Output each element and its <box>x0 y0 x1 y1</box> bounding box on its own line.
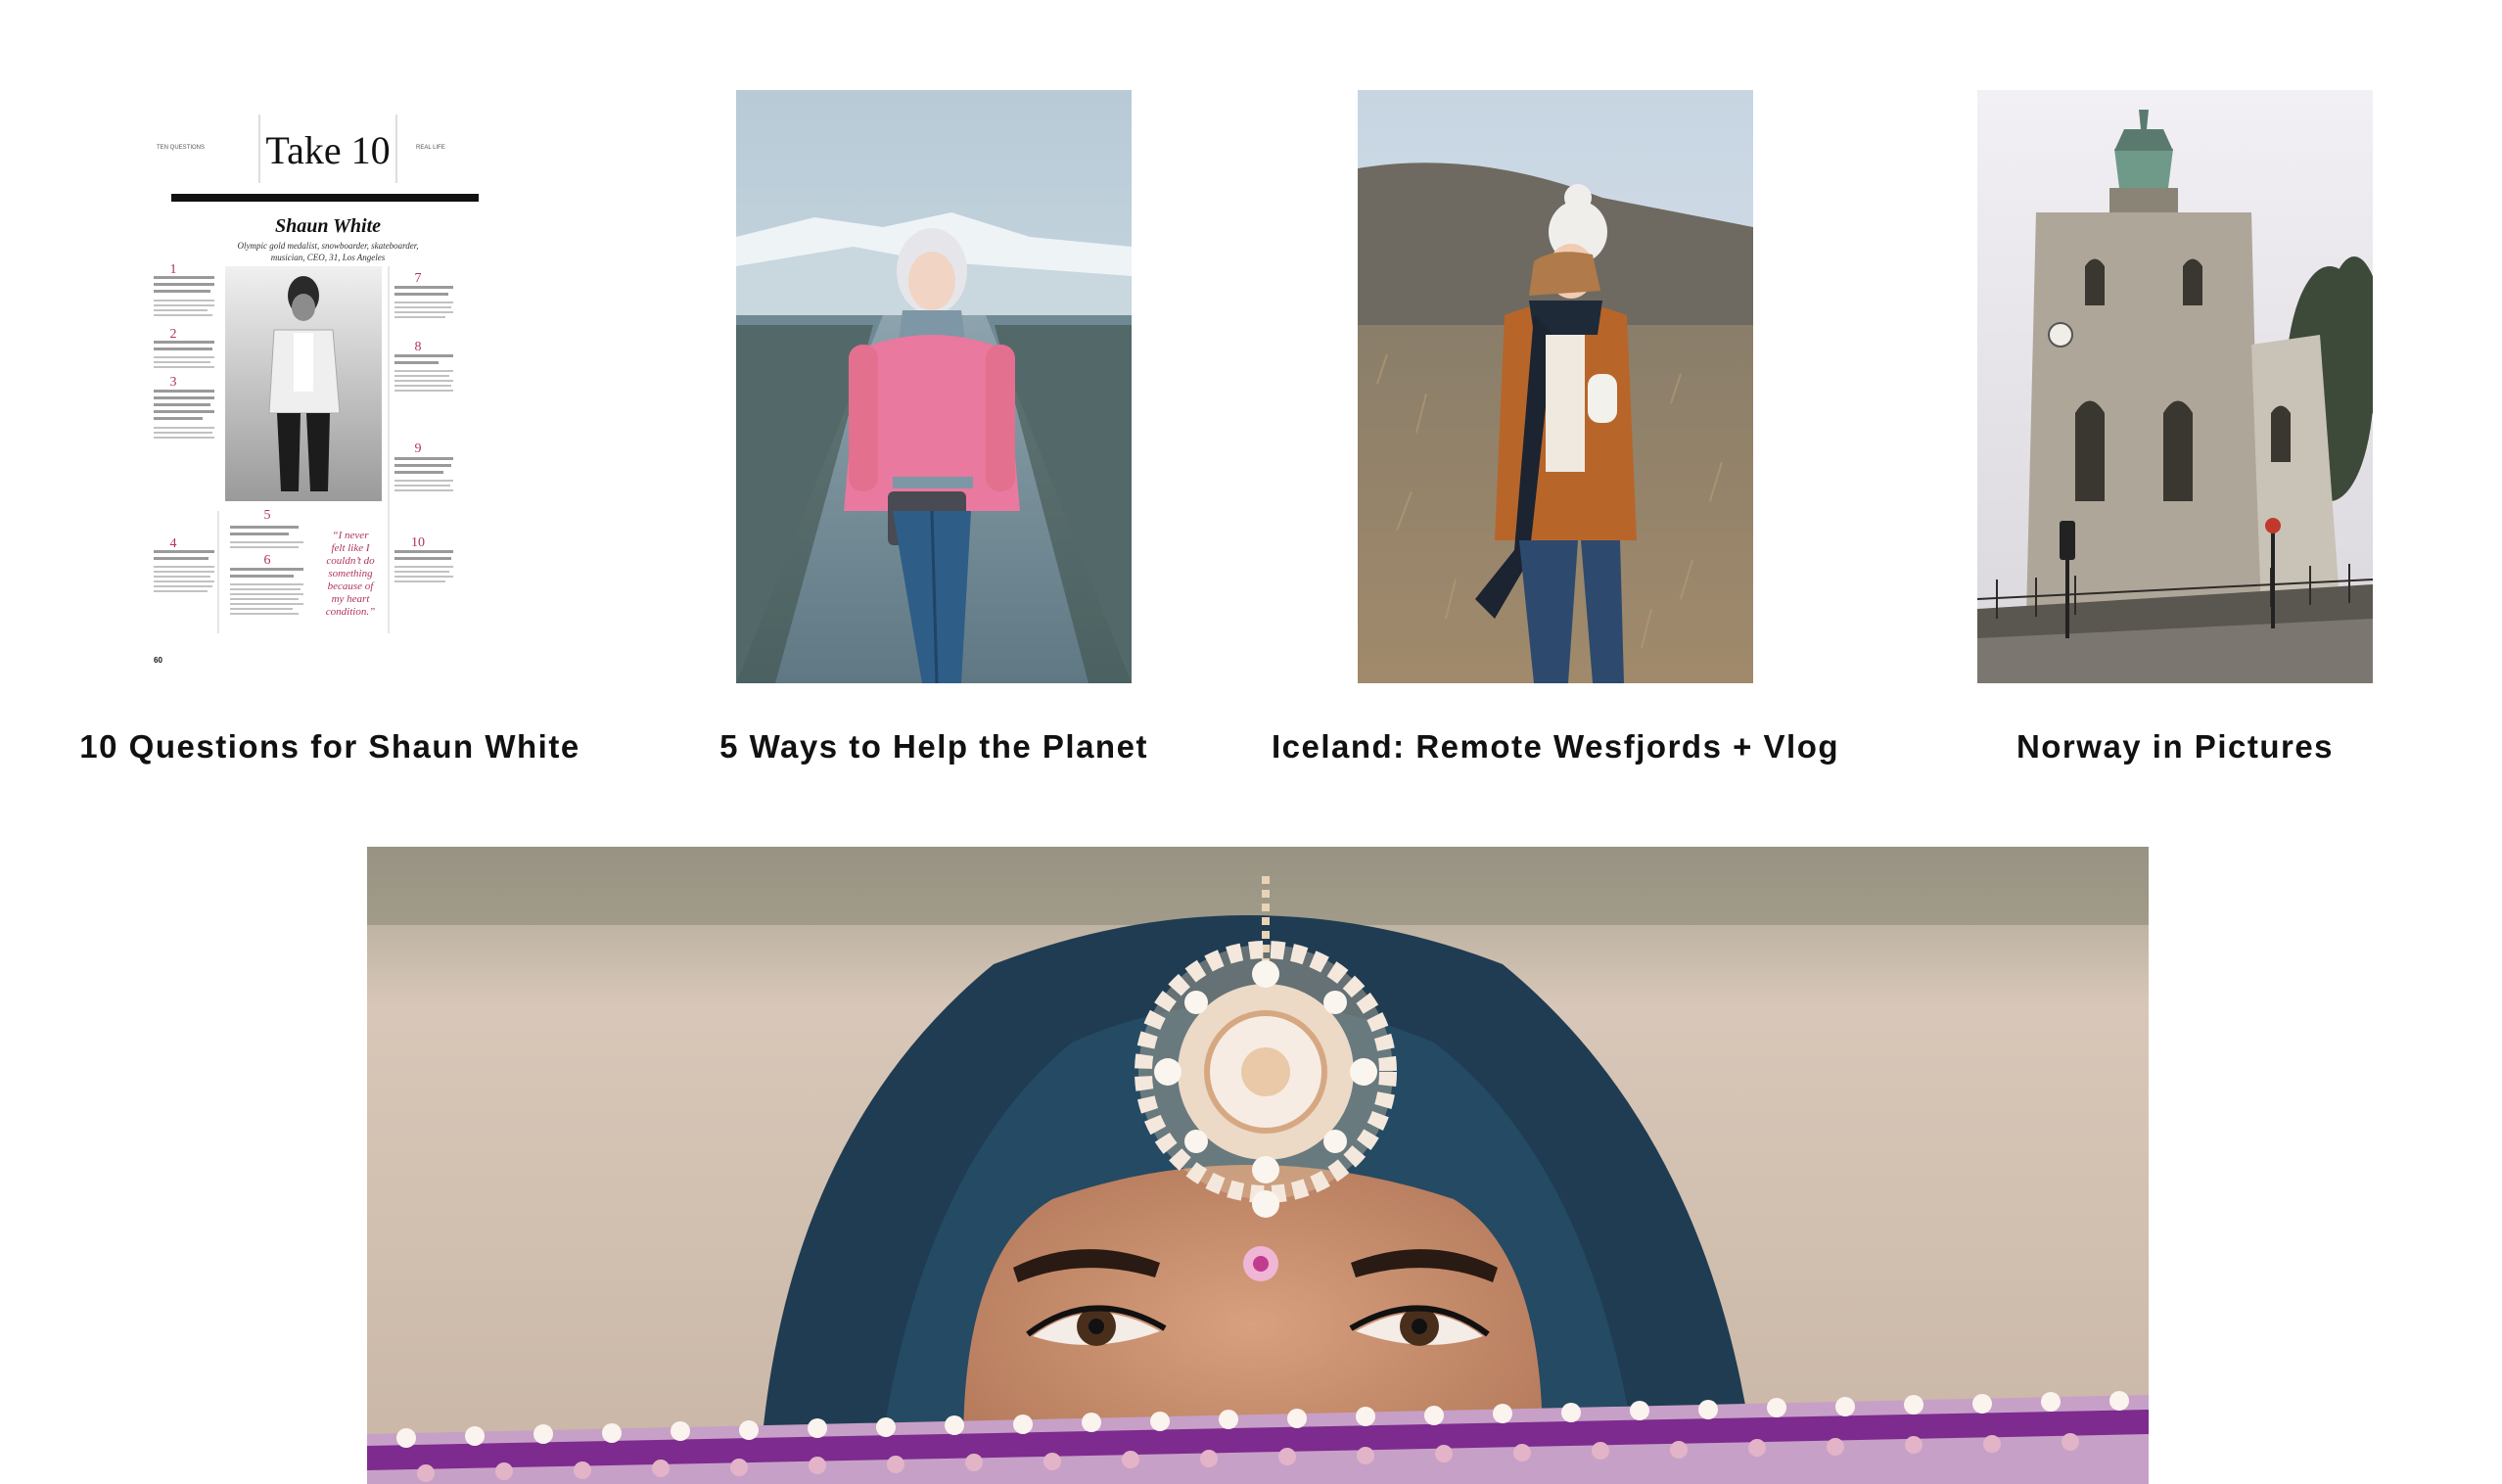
question-number: 9 <box>415 441 422 456</box>
pull-quote-line: condition.” <box>326 606 375 618</box>
question-number: 2 <box>170 327 177 342</box>
question-number: 4 <box>170 536 177 551</box>
post-thumbnail-iceland[interactable] <box>1358 90 1753 683</box>
post-grid: TEN QUESTIONS Take 10 REAL LIFE Shaun Wh… <box>0 0 2502 783</box>
post-thumbnail-norway[interactable] <box>1977 90 2373 683</box>
question-number: 3 <box>170 375 177 390</box>
magazine-headline: Take 10 <box>265 128 390 172</box>
post-title[interactable]: Norway in Pictures <box>1832 728 2502 765</box>
pull-quote-line: couldn’t do <box>326 555 375 567</box>
magazine-left-tag: TEN QUESTIONS <box>157 145 205 151</box>
question-number: 8 <box>415 340 422 354</box>
post-title[interactable]: 10 Questions for Shaun White <box>0 728 672 765</box>
question-number: 1 <box>170 262 177 277</box>
post-title[interactable]: 5 Ways to Help the Planet <box>591 728 1276 765</box>
pull-quote-line: “I never <box>333 530 370 541</box>
pull-quote-line: felt like I <box>331 542 370 554</box>
post-title[interactable]: Iceland: Remote Wesfjords + Vlog <box>1213 728 1898 765</box>
post-thumbnail-help-planet[interactable] <box>736 90 1132 683</box>
pull-quote-line: my heart <box>332 593 371 605</box>
question-number: 10 <box>411 535 425 550</box>
post-thumbnail-shaun-white[interactable]: TEN QUESTIONS Take 10 REAL LIFE Shaun Wh… <box>132 90 528 683</box>
question-number: 6 <box>264 553 271 568</box>
magazine-subtitle-2: musician, CEO, 31, Los Angeles <box>271 253 386 262</box>
question-number: 7 <box>415 271 422 286</box>
pull-quote-line: because of <box>328 580 376 592</box>
magazine-name: Shaun White <box>275 215 381 237</box>
magazine-right-tag: REAL LIFE <box>416 145 445 151</box>
pull-quote-line: something <box>328 568 373 580</box>
magazine-subtitle-1: Olympic gold medalist, snowboarder, skat… <box>237 241 418 251</box>
featured-post-image[interactable] <box>367 847 2149 1484</box>
question-number: 5 <box>264 508 271 523</box>
magazine-page-number: 60 <box>154 656 162 665</box>
